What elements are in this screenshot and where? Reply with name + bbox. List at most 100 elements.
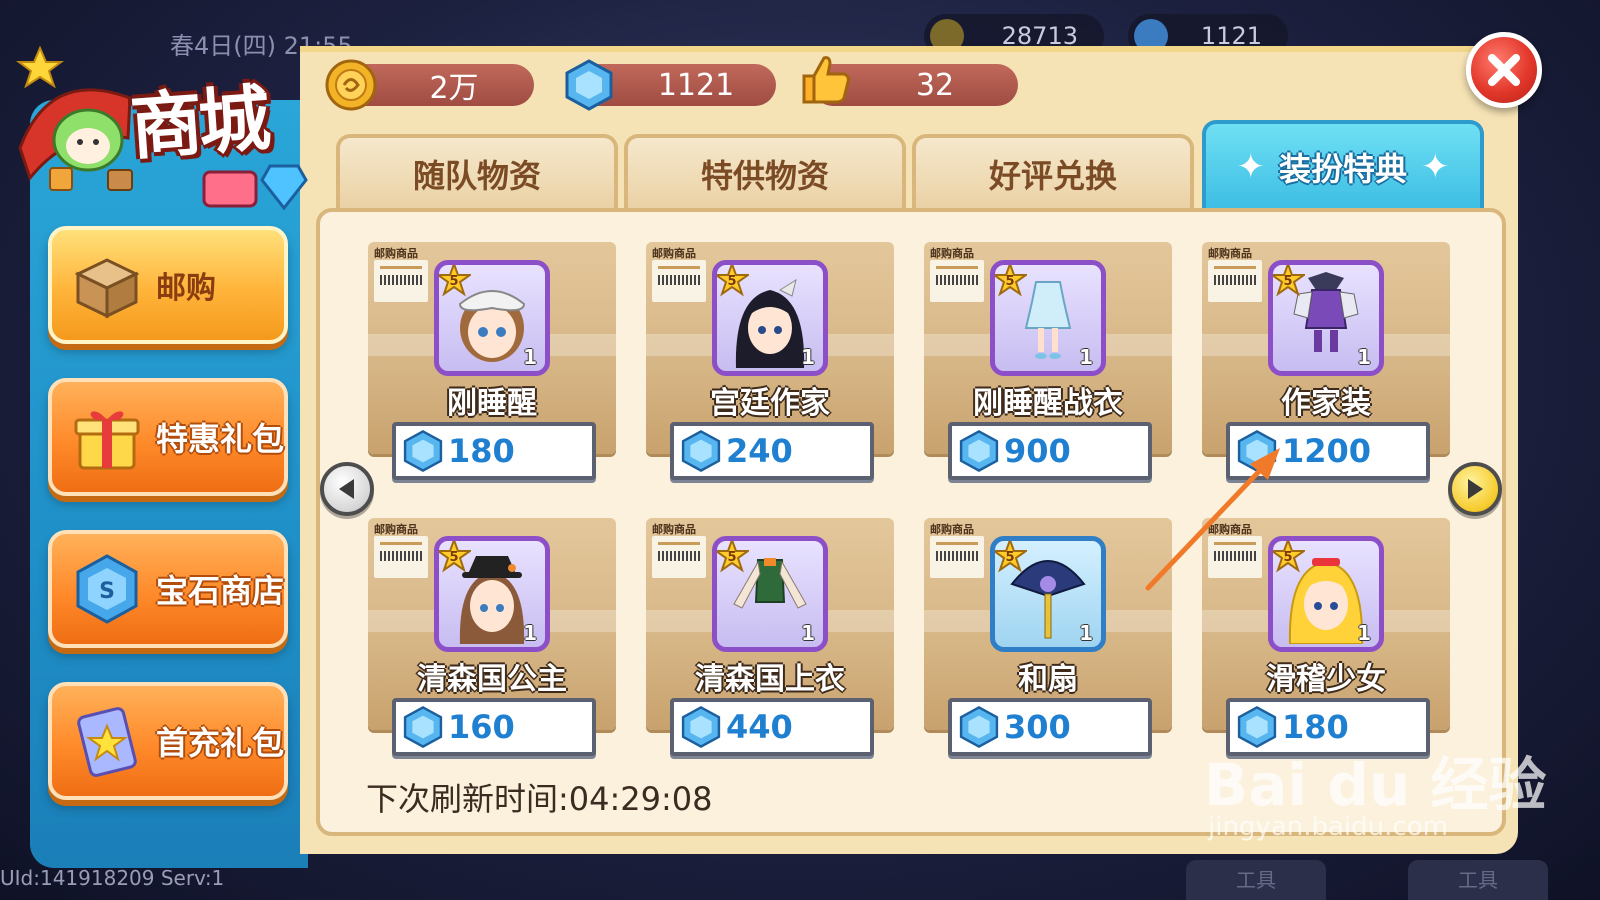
previous-page-button[interactable] [320, 462, 374, 516]
rarity-star-icon: 5 [717, 541, 749, 573]
sidebar-item-label: 宝石商店 [156, 572, 285, 610]
item-name: 作家装 [1281, 386, 1371, 421]
shipping-label [374, 536, 428, 578]
rarity-star-icon: 5 [995, 541, 1027, 573]
shipping-label [374, 260, 428, 302]
tab-team-supplies[interactable]: 随队物资 [336, 134, 618, 210]
sidebar-item-label: 首充礼包 [156, 724, 285, 762]
item-portrait: 5 1 [434, 260, 550, 376]
thumbs-up-icon [800, 52, 854, 106]
price-value: 900 [1004, 432, 1071, 470]
item-tag: 邮购商品 [374, 523, 418, 536]
item-tag: 邮购商品 [652, 247, 696, 260]
shipping-label [930, 260, 984, 302]
item-tag: 邮购商品 [652, 523, 696, 536]
gem-icon [398, 702, 448, 752]
gem-value: 1121 [657, 67, 735, 103]
item-portrait: 5 1 [1268, 260, 1384, 376]
svg-text:5: 5 [1283, 274, 1292, 289]
card-icon [70, 704, 144, 778]
tab-review-exchange[interactable]: 好评兑换 [912, 134, 1194, 210]
price-value: 440 [726, 708, 793, 746]
item-portrait: 5 1 [434, 536, 550, 652]
item-quantity: 1 [801, 345, 815, 369]
background-tool-button: 工具 [1186, 860, 1326, 900]
gem-icon [398, 426, 448, 476]
svg-text:5: 5 [449, 274, 458, 289]
item-quantity: 1 [1357, 621, 1371, 645]
svg-text:5: 5 [1005, 550, 1014, 565]
shipping-label [652, 260, 706, 302]
gem-icon [954, 426, 1004, 476]
shipping-label [1208, 260, 1262, 302]
user-id-label: UId:141918209 Serv:1 [0, 866, 225, 890]
shop-logo: 商城 [10, 28, 310, 211]
svg-text:5: 5 [727, 274, 736, 289]
arrow-right-icon [1468, 479, 1483, 499]
rarity-star-icon: 5 [995, 265, 1027, 297]
sidebar-item-label: 特惠礼包 [156, 420, 285, 458]
item-tag: 邮购商品 [374, 247, 418, 260]
item-name: 清森国上衣 [695, 662, 845, 697]
background-tool-button: 工具 [1408, 860, 1548, 900]
gem-icon [562, 58, 616, 112]
item-portrait: 5 1 [712, 536, 828, 652]
item-name: 清森国公主 [417, 662, 567, 697]
tab-costume-special[interactable]: ✦ 装扮特典 ✦ [1202, 120, 1484, 210]
item-quantity: 1 [523, 621, 537, 645]
price-value: 300 [1004, 708, 1071, 746]
price-button[interactable]: 900 [948, 422, 1152, 480]
arrow-left-icon [339, 479, 354, 499]
item-tag: 邮购商品 [930, 523, 974, 536]
svg-text:5: 5 [727, 550, 736, 565]
close-button[interactable] [1466, 32, 1542, 108]
shipping-label [930, 536, 984, 578]
price-value: 1200 [1282, 432, 1372, 470]
item-name: 滑稽少女 [1266, 662, 1386, 697]
next-page-button[interactable] [1448, 462, 1502, 516]
item-portrait: 5 1 [712, 260, 828, 376]
rarity-star-icon: 5 [439, 541, 471, 573]
sidebar-item-label: 邮购 [156, 271, 216, 306]
coin-icon [324, 58, 378, 112]
gem-icon [954, 702, 1004, 752]
close-icon [1488, 54, 1520, 86]
item-name: 宫廷作家 [710, 386, 830, 421]
item-quantity: 1 [1079, 621, 1093, 645]
item-quantity: 1 [801, 621, 815, 645]
price-button[interactable]: 160 [392, 698, 596, 756]
tab-special-supplies[interactable]: 特供物资 [624, 134, 906, 210]
svg-text:5: 5 [449, 550, 458, 565]
price-button[interactable]: 240 [670, 422, 874, 480]
price-value: 180 [448, 432, 515, 470]
sidebar-item-special-pack[interactable]: 特惠礼包 [48, 378, 288, 496]
sidebar-item-mail-order[interactable]: 邮购 [48, 226, 288, 344]
svg-text:S: S [99, 579, 115, 604]
annotation-arrow-icon [1145, 448, 1280, 591]
item-tag: 邮购商品 [930, 247, 974, 260]
watermark-url: jingyan.baidu.com [1208, 812, 1448, 842]
gem-icon: S [70, 552, 144, 626]
box-icon [70, 248, 144, 322]
likes-value: 32 [915, 67, 955, 103]
gem-icon [676, 702, 726, 752]
refresh-timer: 下次刷新时间:04:29:08 [366, 780, 713, 818]
sparkle-icon: ✦ [1421, 147, 1450, 187]
price-button[interactable]: 440 [670, 698, 874, 756]
price-value: 160 [448, 708, 515, 746]
sidebar-item-gem-shop[interactable]: S 宝石商店 [48, 530, 288, 648]
item-portrait: 5 1 [990, 260, 1106, 376]
sidebar-item-first-charge-pack[interactable]: 首充礼包 [48, 682, 288, 800]
price-value: 240 [726, 432, 793, 470]
item-quantity: 1 [1079, 345, 1093, 369]
item-name: 刚睡醒 [447, 386, 537, 421]
gift-icon [70, 400, 144, 474]
price-button[interactable]: 180 [392, 422, 596, 480]
item-portrait: 5 1 [990, 536, 1106, 652]
price-button[interactable]: 300 [948, 698, 1152, 756]
rarity-star-icon: 5 [717, 265, 749, 297]
coin-value: 2万 [429, 71, 479, 106]
item-name: 和扇 [1018, 662, 1078, 697]
item-name: 刚睡醒战衣 [973, 386, 1123, 421]
item-tag: 邮购商品 [1208, 247, 1252, 260]
